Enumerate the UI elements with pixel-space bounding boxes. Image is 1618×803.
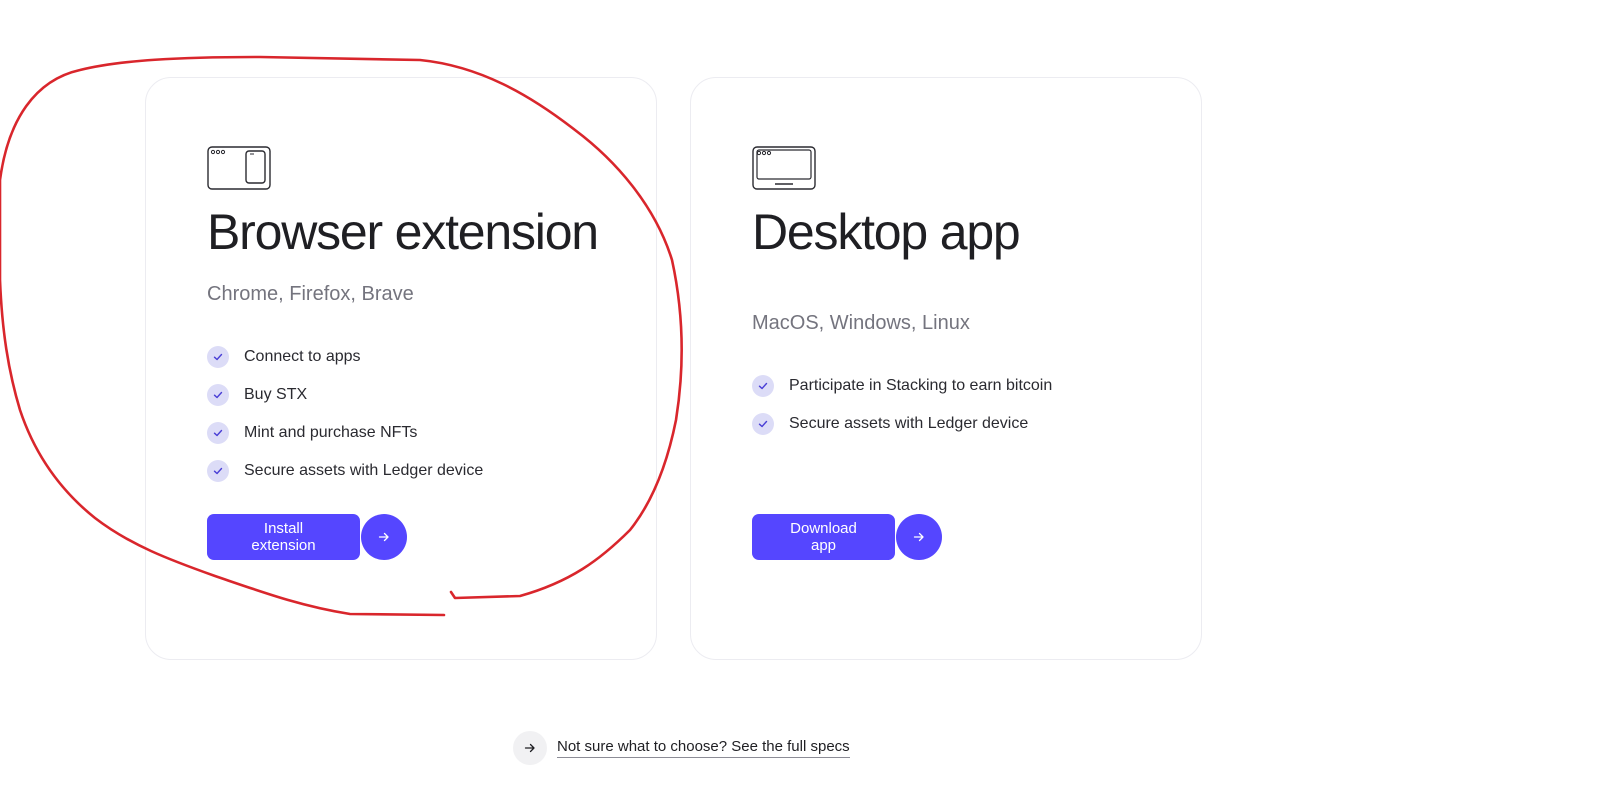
card-title: Desktop app (752, 204, 1021, 260)
feature-list: Connect to apps Buy STX Mint and purchas… (207, 338, 483, 490)
card-subtitle: MacOS, Windows, Linux (752, 312, 970, 334)
download-options-page: Browser extension Chrome, Firefox, Brave… (0, 0, 1618, 803)
feature-text: Mint and purchase NFTs (244, 424, 418, 441)
feature-item: Mint and purchase NFTs (207, 414, 483, 452)
check-icon (752, 413, 774, 435)
check-icon (207, 460, 229, 482)
feature-item: Participate in Stacking to earn bitcoin (752, 367, 1052, 405)
feature-text: Connect to apps (244, 348, 361, 365)
arrow-right-icon[interactable] (361, 514, 407, 560)
feature-item: Connect to apps (207, 338, 483, 376)
feature-text: Secure assets with Ledger device (244, 462, 484, 479)
install-extension-button[interactable]: Install extension (207, 514, 360, 560)
desktop-monitor-icon (752, 146, 816, 190)
download-app-cta: Download app (752, 514, 942, 560)
feature-list: Participate in Stacking to earn bitcoin … (752, 367, 1052, 443)
check-icon (207, 384, 229, 406)
arrow-right-icon[interactable] (513, 731, 547, 765)
check-icon (207, 346, 229, 368)
desktop-app-card: Desktop app MacOS, Windows, Linux Partic… (690, 77, 1202, 660)
full-specs-link[interactable]: Not sure what to choose? See the full sp… (557, 738, 850, 758)
feature-text: Participate in Stacking to earn bitcoin (789, 377, 1053, 394)
card-subtitle: Chrome, Firefox, Brave (207, 283, 414, 305)
feature-text: Buy STX (244, 386, 308, 403)
feature-item: Secure assets with Ledger device (207, 452, 483, 490)
feature-item: Buy STX (207, 376, 483, 414)
check-icon (752, 375, 774, 397)
browser-window-phone-icon (207, 146, 271, 190)
card-title: Browser extension (207, 204, 599, 260)
browser-extension-card: Browser extension Chrome, Firefox, Brave… (145, 77, 657, 660)
full-specs-row: Not sure what to choose? See the full sp… (513, 731, 850, 765)
feature-item: Secure assets with Ledger device (752, 405, 1052, 443)
check-icon (207, 422, 229, 444)
install-extension-cta: Install extension (207, 514, 407, 560)
download-app-button[interactable]: Download app (752, 514, 895, 560)
arrow-right-icon[interactable] (896, 514, 942, 560)
feature-text: Secure assets with Ledger device (789, 415, 1029, 432)
